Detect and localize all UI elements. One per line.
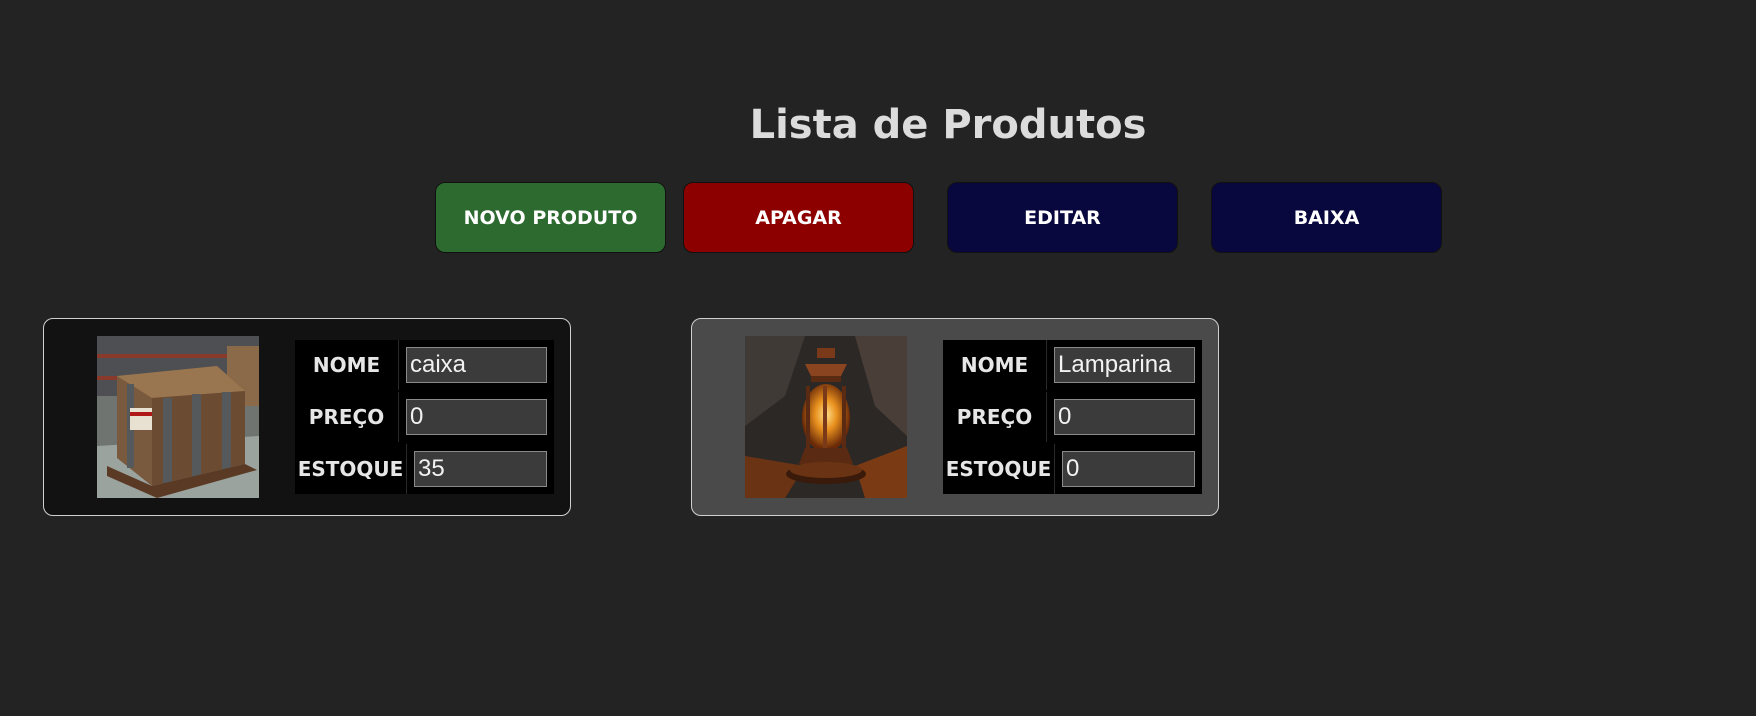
product-card[interactable]: NOME PREÇO ESTOQUE	[43, 318, 571, 516]
preco-label: PREÇO	[943, 392, 1047, 442]
nome-input[interactable]	[1054, 347, 1195, 383]
estoque-input[interactable]	[1062, 451, 1195, 487]
product-card-selected[interactable]: NOME PREÇO ESTOQUE	[691, 318, 1219, 516]
nome-label: NOME	[943, 340, 1047, 390]
preco-input[interactable]	[1054, 399, 1195, 435]
preco-label: PREÇO	[295, 392, 399, 442]
delete-button[interactable]: APAGAR	[683, 182, 914, 253]
nome-label: NOME	[295, 340, 399, 390]
preco-row: PREÇO	[943, 392, 1202, 442]
write-off-button[interactable]: BAIXA	[1211, 182, 1442, 253]
estoque-row: ESTOQUE	[943, 444, 1202, 494]
preco-input[interactable]	[406, 399, 547, 435]
oil-lamp-image	[745, 336, 907, 498]
product-fields: NOME PREÇO ESTOQUE	[295, 340, 554, 494]
nome-row: NOME	[943, 340, 1202, 390]
nome-input[interactable]	[406, 347, 547, 383]
new-product-button[interactable]: NOVO PRODUTO	[435, 182, 666, 253]
estoque-label: ESTOQUE	[295, 444, 407, 494]
nome-row: NOME	[295, 340, 554, 390]
preco-row: PREÇO	[295, 392, 554, 442]
estoque-row: ESTOQUE	[295, 444, 554, 494]
edit-button[interactable]: EDITAR	[947, 182, 1178, 253]
wooden-crate-image	[97, 336, 259, 498]
estoque-label: ESTOQUE	[943, 444, 1055, 494]
estoque-input[interactable]	[414, 451, 547, 487]
product-fields: NOME PREÇO ESTOQUE	[943, 340, 1202, 494]
page: Lista de Produtos NOVO PRODUTO APAGAR ED…	[0, 0, 1756, 716]
page-title: Lista de Produtos	[749, 102, 1147, 148]
